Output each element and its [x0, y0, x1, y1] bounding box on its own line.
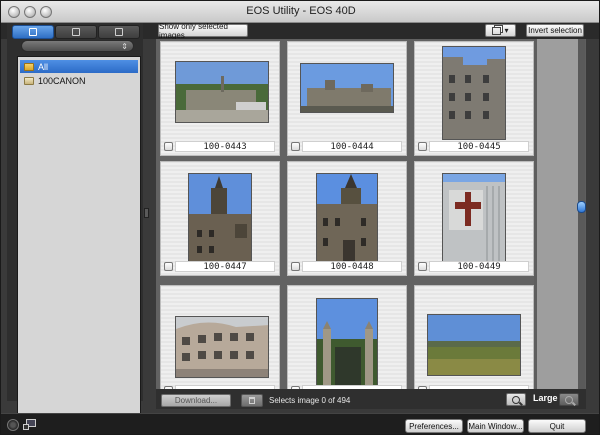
image-cell[interactable]: 100-0447	[160, 161, 280, 276]
show-only-selected-button[interactable]: Show only selected images	[158, 22, 248, 40]
image-checkbox[interactable]	[418, 142, 427, 151]
image-cell[interactable]	[160, 285, 280, 389]
window-title: EOS Utility - EOS 40D	[246, 5, 356, 17]
camera-card-icon	[115, 28, 123, 36]
image-grid-canvas: 100-0443 100-0444 100-0445 100-0447 100-…	[156, 39, 534, 389]
image-thumbnail[interactable]	[175, 61, 269, 123]
folder-item-all[interactable]: All	[20, 60, 138, 73]
quit-button[interactable]: Quit	[528, 419, 586, 433]
stack-display-button[interactable]: ▾	[485, 24, 516, 37]
image-footer: 100-0445	[415, 141, 535, 153]
folder-view-icon	[29, 28, 37, 36]
image-checkbox[interactable]	[164, 262, 173, 271]
image-thumbnail[interactable]	[175, 316, 269, 378]
trash-icon	[249, 397, 255, 404]
download-button[interactable]: Download...	[161, 394, 231, 407]
left-panel: ⇕ All 100CANON	[7, 23, 143, 414]
camera-icon	[23, 424, 29, 430]
main-window-button[interactable]: Main Window...	[467, 419, 524, 433]
image-footer: 100-0443	[161, 141, 281, 153]
image-cell[interactable]: 100-0448	[287, 161, 407, 276]
zoom-out-button[interactable]	[506, 393, 526, 406]
eos-utility-window: EOS Utility - EOS 40D ⇕ All 100CANON Sho…	[0, 0, 600, 435]
image-filename: 100-0444	[302, 141, 402, 152]
image-filename: 100-0449	[429, 261, 529, 272]
image-thumbnail[interactable]	[427, 314, 521, 376]
image-cell[interactable]	[287, 285, 407, 389]
selection-status: Selects image 0 of 494	[269, 396, 351, 405]
image-cell[interactable]: 100-0449	[414, 161, 534, 276]
image-grid: 100-0443 100-0444 100-0445 100-0447 100-…	[156, 39, 586, 389]
image-filename: 100-0448	[302, 261, 402, 272]
scrollbar-thumb[interactable]	[577, 201, 586, 213]
magnifier-plus-icon	[565, 395, 573, 404]
folder-icon	[24, 76, 34, 85]
pc-transfer-icon[interactable]	[23, 419, 37, 431]
image-checkbox[interactable]	[291, 262, 300, 271]
chevron-down-icon: ▾	[504, 26, 509, 35]
stack-icon	[492, 26, 502, 35]
folder-item-label: All	[38, 61, 49, 72]
folder-tree: All 100CANON	[17, 56, 141, 414]
image-footer: 100-0448	[288, 261, 408, 273]
zoom-in-button[interactable]	[559, 393, 579, 406]
delete-button[interactable]	[241, 394, 263, 407]
thumbnail-size-label: Large	[533, 393, 558, 403]
vertical-scrollbar[interactable]	[537, 39, 586, 389]
title-bar: EOS Utility - EOS 40D	[1, 1, 599, 23]
folder-item-label: 100CANON	[38, 75, 86, 86]
invert-selection-button[interactable]: Invert selection	[526, 24, 584, 37]
image-thumbnail[interactable]	[188, 173, 252, 267]
image-thumbnail[interactable]	[300, 63, 394, 113]
image-checkbox[interactable]	[164, 142, 173, 151]
view-mode-tabs	[12, 25, 140, 39]
image-thumbnail[interactable]	[442, 46, 506, 140]
image-filename: 100-0445	[429, 141, 529, 152]
tab-date-view[interactable]	[55, 25, 97, 39]
updown-arrows-icon: ⇕	[121, 42, 128, 51]
image-cell[interactable]: 100-0445	[414, 41, 534, 156]
image-checkbox[interactable]	[291, 142, 300, 151]
image-footer: 100-0444	[288, 141, 408, 153]
image-footer: 100-0449	[415, 261, 535, 273]
calendar-icon	[72, 28, 80, 36]
image-filename: 100-0443	[175, 141, 275, 152]
scrollbar-track[interactable]	[578, 39, 585, 389]
folder-icon	[24, 62, 34, 71]
image-footer: 100-0447	[161, 261, 281, 273]
panel-splitter-handle[interactable]	[144, 208, 149, 218]
preferences-button[interactable]: Preferences...	[405, 419, 463, 433]
folder-item-100canon[interactable]: 100CANON	[20, 74, 138, 87]
folder-select[interactable]: ⇕	[21, 40, 134, 52]
image-cell[interactable]: 100-0443	[160, 41, 280, 156]
magnifier-minus-icon	[512, 395, 520, 404]
image-thumbnail[interactable]	[442, 173, 506, 267]
image-checkbox[interactable]	[418, 262, 427, 271]
image-cell[interactable]: 100-0444	[287, 41, 407, 156]
image-cell[interactable]	[414, 285, 534, 389]
image-filename: 100-0447	[175, 261, 275, 272]
image-thumbnail[interactable]	[316, 298, 378, 389]
camera-connection-icon[interactable]	[7, 419, 19, 431]
tab-camera-view[interactable]	[98, 25, 140, 39]
tab-folder-view[interactable]	[12, 25, 54, 39]
image-thumbnail[interactable]	[316, 173, 378, 267]
